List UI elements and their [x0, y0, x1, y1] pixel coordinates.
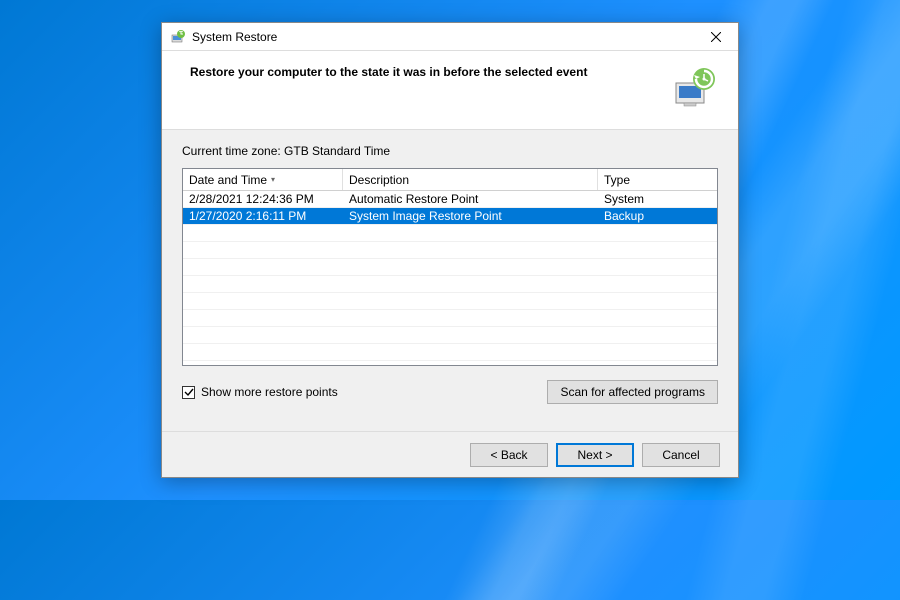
- cell-type: System: [598, 191, 717, 207]
- close-icon: [711, 32, 721, 42]
- cell-date: 1/27/2020 2:16:11 PM: [183, 208, 343, 224]
- table-header: Date and Time ▾ Description Type: [183, 169, 717, 191]
- show-more-label: Show more restore points: [201, 385, 338, 399]
- table-row-empty: [183, 225, 717, 242]
- table-row[interactable]: 2/28/2021 12:24:36 PMAutomatic Restore P…: [183, 191, 717, 208]
- show-more-checkbox[interactable]: [182, 386, 195, 399]
- cell-type: Backup: [598, 208, 717, 224]
- table-row-empty: [183, 310, 717, 327]
- scan-affected-button[interactable]: Scan for affected programs: [547, 380, 718, 404]
- next-button[interactable]: Next >: [556, 443, 634, 467]
- header-instruction: Restore your computer to the state it wa…: [190, 65, 658, 79]
- cell-description: Automatic Restore Point: [343, 191, 598, 207]
- cell-description: System Image Restore Point: [343, 208, 598, 224]
- column-header-type[interactable]: Type: [598, 169, 717, 190]
- table-row-empty: [183, 344, 717, 361]
- wizard-footer: < Back Next > Cancel: [162, 431, 738, 477]
- window-title: System Restore: [192, 30, 694, 44]
- system-restore-dialog: System Restore Restore your computer to …: [161, 22, 739, 478]
- back-button[interactable]: < Back: [470, 443, 548, 467]
- restore-large-icon: [670, 65, 718, 113]
- sort-descending-icon: ▾: [271, 175, 275, 184]
- cancel-button[interactable]: Cancel: [642, 443, 720, 467]
- column-header-date[interactable]: Date and Time ▾: [183, 169, 343, 190]
- timezone-label: Current time zone: GTB Standard Time: [182, 144, 718, 158]
- table-row-empty: [183, 242, 717, 259]
- table-row-empty: [183, 276, 717, 293]
- table-row-empty: [183, 259, 717, 276]
- cell-date: 2/28/2021 12:24:36 PM: [183, 191, 343, 207]
- table-row-empty: [183, 293, 717, 310]
- show-more-checkbox-row[interactable]: Show more restore points: [182, 385, 338, 399]
- table-body: 2/28/2021 12:24:36 PMAutomatic Restore P…: [183, 191, 717, 361]
- header-area: Restore your computer to the state it wa…: [162, 51, 738, 130]
- checkmark-icon: [184, 387, 194, 397]
- column-header-description[interactable]: Description: [343, 169, 598, 190]
- column-header-description-label: Description: [349, 173, 409, 187]
- column-header-type-label: Type: [604, 173, 630, 187]
- table-row[interactable]: 1/27/2020 2:16:11 PMSystem Image Restore…: [183, 208, 717, 225]
- below-table-row: Show more restore points Scan for affect…: [182, 380, 718, 404]
- table-row-empty: [183, 327, 717, 344]
- titlebar: System Restore: [162, 23, 738, 51]
- column-header-date-label: Date and Time: [189, 173, 267, 187]
- system-restore-icon: [170, 29, 186, 45]
- restore-points-table: Date and Time ▾ Description Type 2/28/20…: [182, 168, 718, 366]
- close-button[interactable]: [694, 23, 738, 51]
- content-area: Current time zone: GTB Standard Time Dat…: [162, 130, 738, 414]
